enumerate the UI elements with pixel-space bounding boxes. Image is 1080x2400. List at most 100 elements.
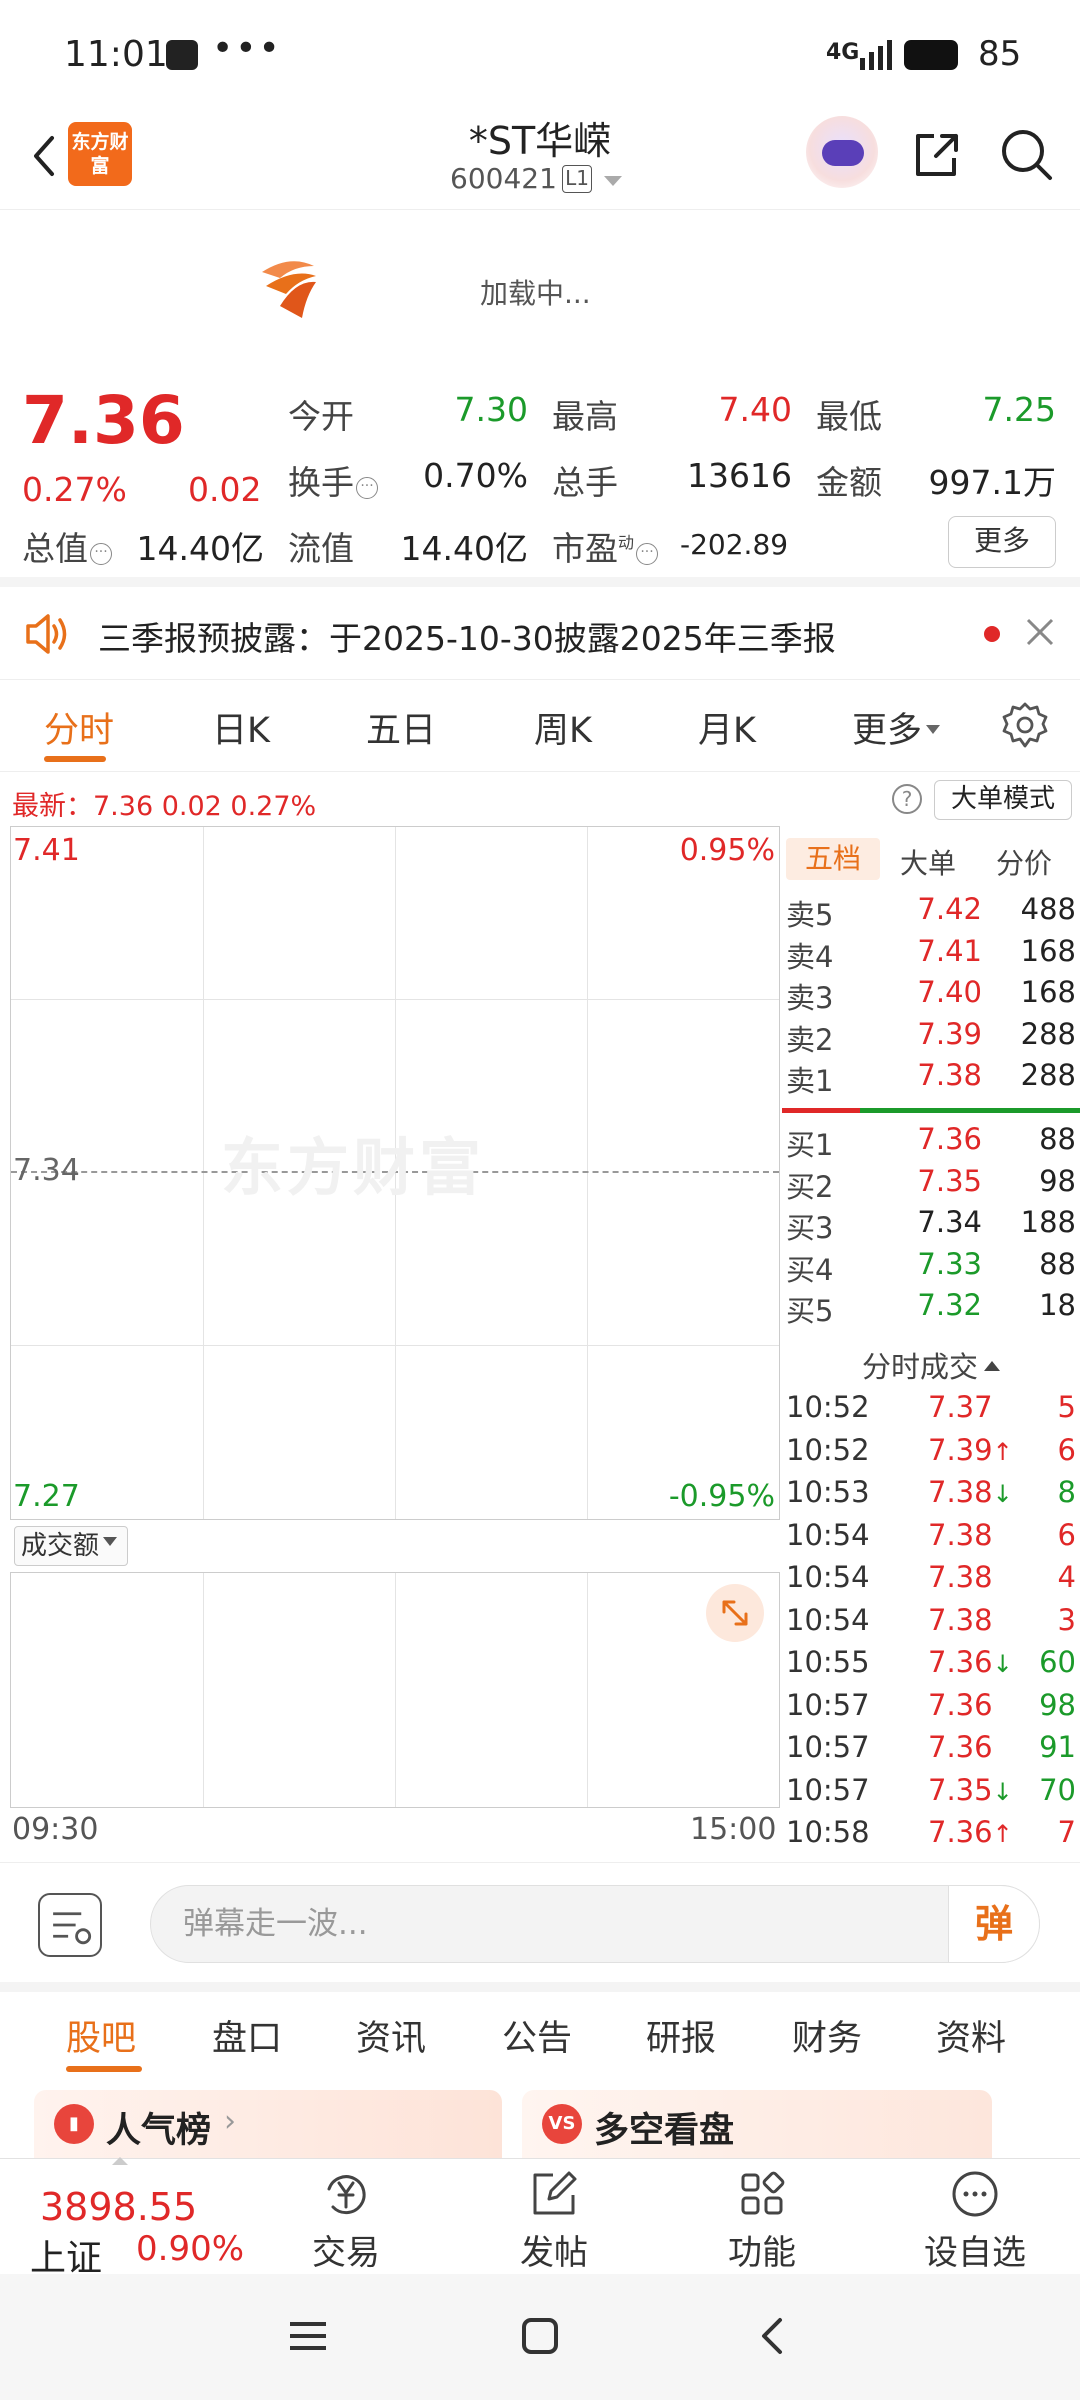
stock-switch-icon[interactable] [604, 176, 622, 186]
tab-research[interactable]: 研报 [646, 2010, 716, 2061]
level-label: 卖4 [786, 939, 834, 974]
tab-big-orders[interactable]: 大单 [900, 842, 956, 882]
level-label: 卖1 [786, 1064, 834, 1098]
level-label: 买1 [786, 1128, 834, 1162]
tab-price-distribution[interactable]: 分价 [996, 842, 1052, 882]
down-arrow-icon: ↓ [992, 1480, 1013, 1508]
danmu-input[interactable]: 弹幕走一波... [150, 1885, 1040, 1963]
bid-row[interactable]: 买2 7.35 98 [782, 1164, 1080, 1206]
tab-daily-k[interactable]: 日K [212, 702, 270, 753]
tab-guba[interactable]: 股吧 [66, 2010, 136, 2061]
tab-more[interactable]: 更多 [852, 702, 941, 753]
info-icon[interactable]: ··· [90, 543, 112, 565]
nav-functions[interactable]: 功能 [702, 2167, 822, 2274]
ask-row[interactable]: 卖1 7.38 288 [782, 1058, 1080, 1100]
volume-chart[interactable] [10, 1572, 780, 1808]
nav-post[interactable]: 发帖 [494, 2167, 614, 2274]
danmu-settings-icon[interactable] [38, 1893, 102, 1957]
ask-row[interactable]: 卖3 7.40 168 [782, 975, 1080, 1017]
danmu-send-button[interactable]: 弹 [948, 1885, 1040, 1963]
tab-finance[interactable]: 财务 [792, 2010, 862, 2061]
big-order-mode-button[interactable]: 大单模式 [934, 780, 1072, 820]
tab-announcements[interactable]: 公告 [502, 2010, 572, 2061]
trade-icon [327, 2175, 366, 2215]
nav-add-watchlist-label: 设自选 [924, 2233, 1026, 2273]
active-section-indicator [66, 2066, 142, 2072]
active-tab-indicator [44, 756, 106, 762]
level-volume: 188 [1020, 1205, 1076, 1239]
ask-row[interactable]: 卖4 7.41 168 [782, 934, 1080, 976]
amount-label: 金额 [816, 463, 882, 502]
latest-price-line: 最新：7.36 0.02 0.27% ? 大单模式 [0, 772, 1080, 826]
nav-trade-label: 交易 [312, 2233, 380, 2273]
share-icon[interactable] [906, 124, 966, 184]
trade-time: 10:52 [786, 1390, 870, 1424]
trade-volume: 91 [1039, 1730, 1076, 1764]
popularity-card[interactable]: ▮ 人气榜 › [34, 2090, 502, 2160]
more-button[interactable]: 更多 [948, 516, 1056, 568]
notice-text[interactable]: 三季报预披露：于2025-10-30披露2025年三季报 [98, 612, 836, 660]
info-icon[interactable]: ··· [356, 477, 378, 499]
bid-row[interactable]: 买4 7.33 88 [782, 1247, 1080, 1289]
trades-header[interactable]: 分时成交 [782, 1344, 1080, 1386]
trade-row: 10:52 7.37 5 [782, 1390, 1080, 1432]
back-icon[interactable] [754, 2314, 790, 2358]
trade-price: 7.36 [928, 1645, 993, 1679]
trade-price: 7.36 [928, 1815, 993, 1849]
nav-trade[interactable]: 交易 [286, 2167, 406, 2274]
intraday-chart[interactable]: 东方财富 7.41 0.95% 7.34 7.27 -0.95% [10, 826, 780, 1520]
trade-volume: 7 [1057, 1815, 1076, 1849]
expand-icon[interactable] [706, 1584, 764, 1642]
dropdown-icon [926, 725, 941, 734]
tab-profile[interactable]: 资料 [936, 2010, 1006, 2061]
volume-value: 13616 [687, 456, 792, 495]
close-icon[interactable] [1022, 614, 1058, 650]
tab-market-depth[interactable]: 盘口 [212, 2010, 282, 2061]
menu-icon[interactable] [286, 2316, 330, 2356]
level-label: 买3 [786, 1211, 834, 1245]
info-icon[interactable]: ··· [636, 543, 659, 565]
level-volume: 18 [1039, 1288, 1076, 1322]
bid-row[interactable]: 买3 7.34 188 [782, 1205, 1080, 1247]
level-label: 买2 [786, 1169, 834, 1204]
pe-label: 市盈动 ··· [552, 522, 659, 570]
level-price: 7.36 [917, 1122, 982, 1156]
ask-row[interactable]: 卖2 7.39 288 [782, 1017, 1080, 1059]
level-label: 买4 [786, 1252, 834, 1287]
tab-five-levels[interactable]: 五档 [786, 838, 880, 880]
ad-banner[interactable]: 加载中... [0, 212, 1080, 362]
trade-time: 10:54 [786, 1560, 870, 1594]
gear-icon[interactable] [1000, 700, 1050, 750]
y-high-label: 7.41 [13, 833, 80, 868]
tab-monthly-k[interactable]: 月K [698, 702, 756, 753]
nav-add-watchlist[interactable]: 设自选 [910, 2167, 1040, 2274]
message-icon [166, 40, 198, 70]
long-short-card[interactable]: VS 多空看盘 [522, 2090, 992, 2160]
network-type: 4G [826, 40, 860, 65]
index-value[interactable]: 3898.55 [40, 2185, 197, 2229]
level-volume: 88 [1039, 1122, 1076, 1156]
tab-weekly-k[interactable]: 周K [534, 702, 592, 753]
search-icon[interactable] [996, 124, 1056, 184]
y-mid-label: 7.34 [13, 1153, 80, 1188]
home-icon[interactable] [520, 2316, 560, 2356]
trade-volume: 6 [1057, 1432, 1076, 1467]
notice-bar[interactable]: 三季报预披露：于2025-10-30披露2025年三季报 [0, 588, 1080, 680]
trade-time: 10:53 [786, 1475, 870, 1509]
ask-row[interactable]: 卖5 7.42 488 [782, 892, 1080, 934]
trade-volume: 5 [1057, 1390, 1076, 1424]
level-label: 卖5 [786, 898, 834, 932]
stock-code[interactable]: 600421 [450, 162, 557, 195]
index-change[interactable]: 0.90% [136, 2229, 244, 2269]
pe-value: -202.89 [680, 528, 789, 561]
bid-row[interactable]: 买1 7.36 88 [782, 1122, 1080, 1164]
help-icon[interactable]: ? [892, 784, 922, 814]
level-volume: 168 [1020, 975, 1076, 1009]
tab-news[interactable]: 资讯 [356, 2010, 426, 2061]
volume-indicator-select[interactable]: 成交额 [14, 1526, 128, 1566]
trade-list[interactable]: 10:52 7.37 5 10:52 7.39↑ 6 10:53 7.38↓ 8 10:54 7.3… [782, 1390, 1080, 1860]
tab-intraday[interactable]: 分时 [44, 702, 114, 753]
bid-row[interactable]: 买5 7.32 18 [782, 1288, 1080, 1330]
unread-dot [984, 626, 1000, 642]
tab-five-day[interactable]: 五日 [366, 702, 436, 753]
